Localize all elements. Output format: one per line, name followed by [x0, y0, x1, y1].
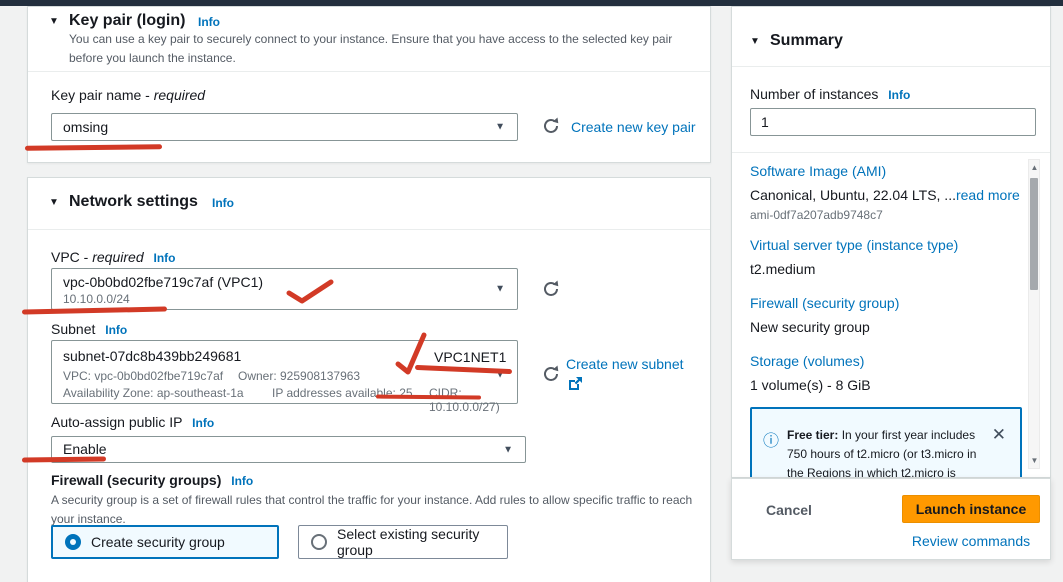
- free-tier-text: Free tier: In your first year includes 7…: [787, 426, 979, 478]
- vpc-label: VPC - required Info: [51, 249, 176, 265]
- collapse-caret-icon[interactable]: ▼: [49, 197, 59, 208]
- auto-assign-ip-select[interactable]: Enable ▼: [51, 436, 526, 463]
- vpc-selected-value: vpc-0b0bd02fbe719c7af (VPC1): [63, 274, 263, 290]
- network-settings-title: Network settings: [69, 193, 198, 211]
- subnet-id: subnet-07dc8b439bb249681: [63, 348, 241, 364]
- cancel-button[interactable]: Cancel: [766, 502, 812, 518]
- divider: [732, 152, 1050, 153]
- vpc-info-link[interactable]: Info: [154, 251, 176, 265]
- summary-scrollbar[interactable]: ▲ ▼: [1028, 159, 1040, 469]
- instance-type-value: t2.medium: [750, 261, 815, 277]
- create-new-key-pair-link[interactable]: Create new key pair: [571, 119, 696, 135]
- scrollbar-thumb[interactable]: [1030, 178, 1038, 290]
- subnet-name-tag: VPC1NET1: [434, 349, 506, 365]
- firewall-heading-link[interactable]: Firewall (security group): [750, 295, 899, 311]
- external-link-icon[interactable]: [568, 376, 583, 396]
- read-more-link[interactable]: read more: [956, 187, 1020, 203]
- ami-heading-link[interactable]: Software Image (AMI): [750, 163, 886, 179]
- auto-assign-ip-value: Enable: [63, 441, 107, 457]
- vpc-select[interactable]: vpc-0b0bd02fbe719c7af (VPC1) 10.10.0.0/2…: [51, 268, 518, 310]
- chevron-down-icon: ▼: [495, 122, 505, 133]
- subnet-az: Availability Zone: ap-southeast-1a: [63, 386, 244, 400]
- annotation-check-vpc: [286, 279, 334, 305]
- key-pair-description: You can use a key pair to securely conne…: [69, 30, 709, 67]
- info-circle-icon: ⓘ: [763, 427, 779, 451]
- scroll-up-icon[interactable]: ▲: [1030, 163, 1039, 172]
- firewall-label-text: Firewall (security groups): [51, 472, 221, 488]
- key-pair-section: ▼ Key pair (login) Info You can use a ke…: [27, 6, 711, 163]
- divider: [28, 229, 710, 230]
- number-of-instances-info-link[interactable]: Info: [888, 88, 910, 102]
- radio-unselected-icon: [311, 534, 327, 550]
- subnet-cidr: CIDR: 10.10.0.0/27): [429, 386, 517, 414]
- create-new-subnet-link[interactable]: Create new subnet: [566, 356, 684, 372]
- select-existing-security-group-option[interactable]: Select existing security group: [298, 525, 508, 559]
- launch-instance-button[interactable]: Launch instance: [902, 495, 1040, 523]
- collapse-caret-icon[interactable]: ▼: [750, 36, 760, 47]
- summary-panel: ▼ Summary Number of instances Info Softw…: [731, 6, 1051, 478]
- required-text: required: [92, 249, 143, 265]
- collapse-caret-icon[interactable]: ▼: [49, 16, 59, 27]
- launch-instance-page: ▼ Key pair (login) Info You can use a ke…: [0, 0, 1063, 582]
- ami-description: Canonical, Ubuntu, 22.04 LTS, ...read mo…: [750, 187, 1020, 203]
- action-footer: Cancel Launch instance Review commands: [731, 478, 1051, 560]
- create-security-group-label: Create security group: [91, 534, 225, 550]
- key-pair-title: Key pair (login): [69, 12, 185, 30]
- chevron-down-icon: ▼: [503, 444, 513, 455]
- subnet-owner: Owner: 925908137963: [238, 369, 360, 383]
- firewall-value: New security group: [750, 319, 870, 335]
- create-security-group-option[interactable]: Create security group: [51, 525, 279, 559]
- vpc-label-text: VPC -: [51, 249, 92, 265]
- key-pair-name-label-text: Key pair name -: [51, 87, 154, 103]
- refresh-vpc-icon[interactable]: [541, 279, 561, 304]
- select-existing-security-group-label: Select existing security group: [337, 526, 507, 558]
- scroll-down-icon[interactable]: ▼: [1030, 456, 1039, 465]
- key-pair-info-link[interactable]: Info: [198, 15, 220, 29]
- free-tier-notice: ⓘ Free tier: In your first year includes…: [750, 407, 1022, 478]
- subnet-vpc-ref: VPC: vpc-0b0bd02fbe719c7af: [63, 369, 223, 383]
- subnet-label: Subnet Info: [51, 321, 127, 337]
- auto-assign-ip-label-text: Auto-assign public IP: [51, 414, 182, 430]
- network-settings-info-link[interactable]: Info: [212, 196, 234, 210]
- number-of-instances-input[interactable]: [750, 108, 1036, 136]
- instance-type-heading-link[interactable]: Virtual server type (instance type): [750, 237, 958, 253]
- auto-assign-ip-label: Auto-assign public IP Info: [51, 414, 214, 430]
- ami-description-text: Canonical, Ubuntu, 22.04 LTS, ...: [750, 187, 956, 203]
- auto-assign-ip-info-link[interactable]: Info: [192, 416, 214, 430]
- subnet-info-link[interactable]: Info: [105, 323, 127, 337]
- vpc-cidr: 10.10.0.0/24: [63, 292, 130, 306]
- radio-selected-icon: [65, 534, 81, 550]
- chevron-down-icon: ▼: [495, 284, 505, 295]
- summary-title: Summary: [770, 32, 843, 50]
- firewall-description: A security group is a set of firewall ru…: [51, 491, 703, 528]
- refresh-subnet-icon[interactable]: [541, 364, 561, 389]
- refresh-key-pair-icon[interactable]: [541, 116, 561, 141]
- close-icon[interactable]: ✕: [992, 425, 1006, 445]
- firewall-label: Firewall (security groups) Info: [51, 472, 253, 488]
- divider: [28, 71, 710, 72]
- ami-id: ami-0df7a207adb9748c7: [750, 208, 883, 222]
- number-of-instances-label: Number of instances Info: [750, 86, 910, 102]
- number-of-instances-label-text: Number of instances: [750, 86, 878, 102]
- free-tier-bold-text: Free tier:: [787, 428, 838, 442]
- review-commands-link[interactable]: Review commands: [902, 533, 1040, 549]
- storage-heading-link[interactable]: Storage (volumes): [750, 353, 864, 369]
- divider: [732, 66, 1050, 67]
- key-pair-select[interactable]: omsing ▼: [51, 113, 518, 141]
- subnet-label-text: Subnet: [51, 321, 95, 337]
- network-settings-section: ▼ Network settings Info VPC - required I…: [27, 177, 711, 582]
- key-pair-selected-value: omsing: [63, 119, 108, 135]
- firewall-info-link[interactable]: Info: [231, 474, 253, 488]
- storage-value: 1 volume(s) - 8 GiB: [750, 377, 871, 393]
- key-pair-name-label: Key pair name - required: [51, 87, 205, 103]
- required-text: required: [154, 87, 205, 103]
